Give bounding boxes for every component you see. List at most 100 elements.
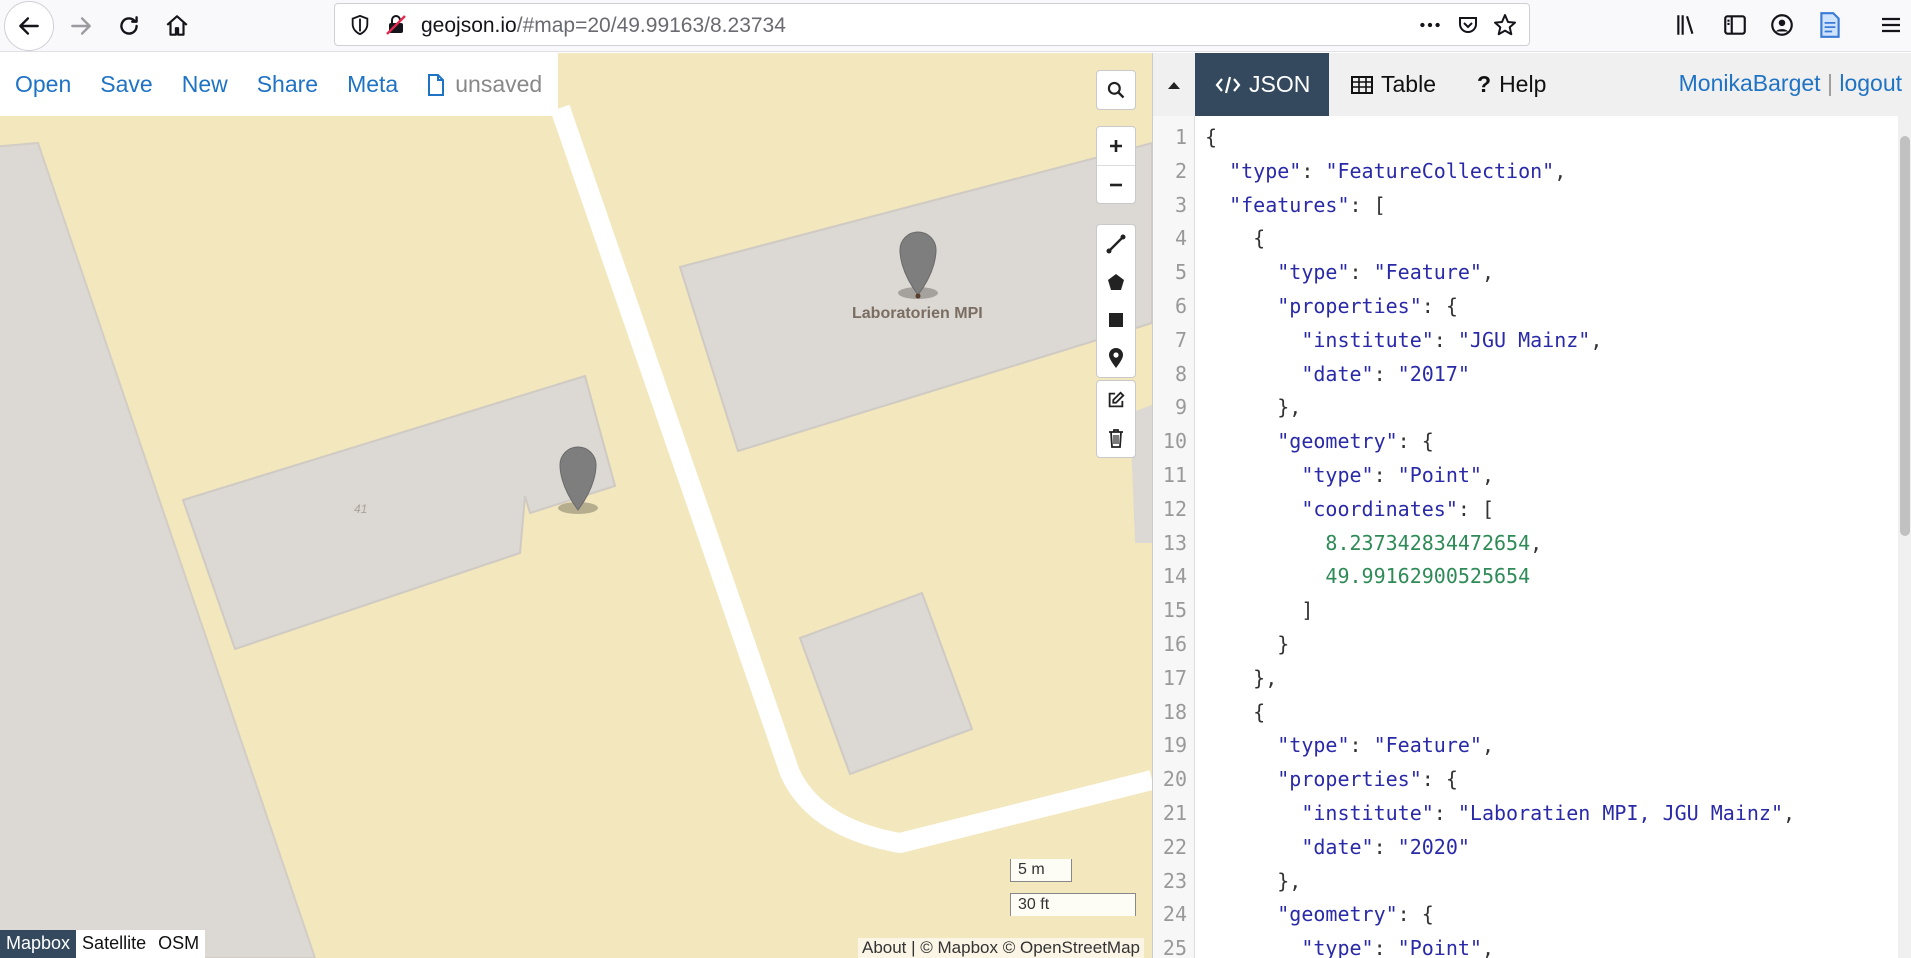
logout-link[interactable]: logout	[1839, 70, 1902, 96]
line-number: 21	[1162, 801, 1187, 825]
layer-mapbox[interactable]: Mapbox	[0, 930, 77, 958]
sidebar-icon[interactable]	[1720, 10, 1750, 40]
edit-icon	[1108, 391, 1125, 408]
editor-panel: JSON Table ? Help MonikaBarget | logout …	[1152, 53, 1911, 958]
bookmark-star-icon[interactable]	[1490, 10, 1520, 40]
code-text: 8.237342834472654,	[1325, 530, 1543, 555]
line-number: 18	[1162, 699, 1187, 724]
rectangle-icon	[1109, 313, 1123, 327]
map-label-laboratorien: Laboratorien MPI	[852, 305, 983, 322]
open-button[interactable]: Open	[15, 71, 71, 98]
reload-button[interactable]	[104, 3, 154, 48]
marker-icon	[1109, 348, 1123, 368]
building-small	[798, 591, 974, 776]
layer-osm[interactable]: OSM	[152, 930, 206, 958]
back-button[interactable]	[4, 1, 54, 51]
line-number: 5	[1174, 260, 1187, 285]
browser-toolbar: geojson.io/#map=20/49.99163/8.23734	[0, 0, 1911, 52]
scrollbar-thumb[interactable]	[1900, 136, 1910, 536]
code-text: "date": "2020"	[1301, 834, 1470, 859]
search-control	[1096, 70, 1136, 110]
code-text: "properties": {	[1277, 767, 1458, 792]
forward-button[interactable]	[56, 3, 106, 48]
marker-jgu[interactable]	[558, 446, 598, 514]
draw-marker-button[interactable]	[1097, 339, 1135, 377]
code-text: "type": "Point",	[1301, 463, 1495, 487]
line-number: 14	[1162, 564, 1187, 589]
code-text: "coordinates": [	[1301, 496, 1494, 521]
line-number: 3	[1174, 192, 1187, 217]
tab-json[interactable]: JSON	[1195, 53, 1329, 116]
draw-polygon-button[interactable]	[1097, 263, 1135, 301]
code-text: "type": "Feature",	[1277, 733, 1495, 758]
pocket-icon[interactable]	[1453, 10, 1483, 40]
zoom-out-button[interactable]	[1097, 165, 1135, 203]
line-number: 23	[1162, 868, 1187, 893]
app: Laboratorien MPI 41 Open Save New Share …	[0, 53, 1911, 958]
tab-help[interactable]: ? Help	[1477, 53, 1546, 116]
account-icon[interactable]	[1767, 10, 1797, 40]
map[interactable]: Laboratorien MPI 41 Open Save New Share …	[0, 53, 1152, 958]
user-separator: |	[1826, 70, 1833, 96]
document-icon[interactable]	[1815, 10, 1845, 40]
line-number: 1	[1174, 125, 1187, 149]
map-search-button[interactable]	[1097, 71, 1135, 109]
tab-table[interactable]: Table	[1351, 53, 1436, 116]
edit-control	[1096, 380, 1136, 458]
collapse-panel-button[interactable]	[1153, 53, 1195, 116]
code-text: "type": "Point",	[1301, 936, 1495, 958]
url-text[interactable]: geojson.io/#map=20/49.99163/8.23734	[421, 14, 786, 38]
library-icon[interactable]	[1672, 10, 1702, 40]
line-number: 2	[1174, 158, 1187, 183]
new-button[interactable]: New	[182, 71, 228, 98]
code-text: },	[1205, 665, 1278, 690]
home-button[interactable]	[152, 3, 202, 48]
map-label-building-number: 41	[354, 502, 368, 516]
code-text: "properties": {	[1277, 294, 1458, 318]
line-number: 24	[1162, 902, 1187, 927]
more-icon[interactable]	[1415, 10, 1445, 40]
question-icon: ?	[1477, 71, 1492, 97]
editor-scrollbar[interactable]	[1898, 116, 1911, 958]
edit-layers-button[interactable]	[1097, 381, 1135, 419]
search-icon	[1107, 81, 1125, 99]
code-text: "type": "Feature",	[1277, 260, 1495, 285]
layer-satellite[interactable]: Satellite	[76, 930, 153, 958]
marker-lab[interactable]	[898, 231, 938, 299]
trash-icon	[1109, 429, 1123, 448]
line-number: 25	[1162, 936, 1187, 958]
line-number: 8	[1174, 361, 1187, 386]
code-text: ]	[1205, 598, 1314, 623]
file-menu: Open Save New Share Meta unsaved	[0, 53, 558, 116]
minus-icon	[1110, 183, 1122, 186]
save-button[interactable]: Save	[100, 71, 152, 98]
arrow-right-icon	[71, 16, 91, 35]
code-text: }	[1205, 632, 1290, 656]
json-editor[interactable]: 1 {2 "type": "FeatureCollection", 3 "featu…	[1153, 116, 1911, 958]
map-attribution[interactable]: About | © Mapbox © OpenStreetMap	[857, 938, 1144, 958]
reload-icon	[120, 15, 138, 35]
username-link[interactable]: MonikaBarget	[1679, 70, 1821, 96]
map-canvas[interactable]	[0, 53, 1152, 958]
line-number: 4	[1174, 226, 1187, 251]
hamburger-menu-icon[interactable]	[1876, 10, 1906, 40]
zoom-in-button[interactable]	[1097, 127, 1135, 165]
table-icon	[1351, 75, 1373, 94]
line-number: 17	[1162, 665, 1187, 690]
share-button[interactable]: Share	[257, 71, 318, 98]
draw-line-button[interactable]	[1097, 225, 1135, 263]
insecure-lock-icon[interactable]	[381, 10, 411, 40]
user-area: MonikaBarget | logout	[1679, 70, 1902, 97]
delete-layers-button[interactable]	[1097, 419, 1135, 457]
line-number: 16	[1162, 632, 1187, 656]
code-text: "type": "FeatureCollection",	[1229, 158, 1567, 183]
draw-rectangle-button[interactable]	[1097, 301, 1135, 339]
shield-icon[interactable]	[345, 10, 375, 40]
meta-button[interactable]: Meta	[347, 71, 398, 98]
url-bar[interactable]: geojson.io/#map=20/49.99163/8.23734	[334, 3, 1530, 46]
line-number: 10	[1162, 429, 1187, 454]
draw-control	[1096, 224, 1136, 378]
scale-imperial: 30 ft	[1010, 893, 1136, 916]
arrow-left-icon	[19, 17, 39, 35]
line-number: 22	[1162, 834, 1187, 859]
